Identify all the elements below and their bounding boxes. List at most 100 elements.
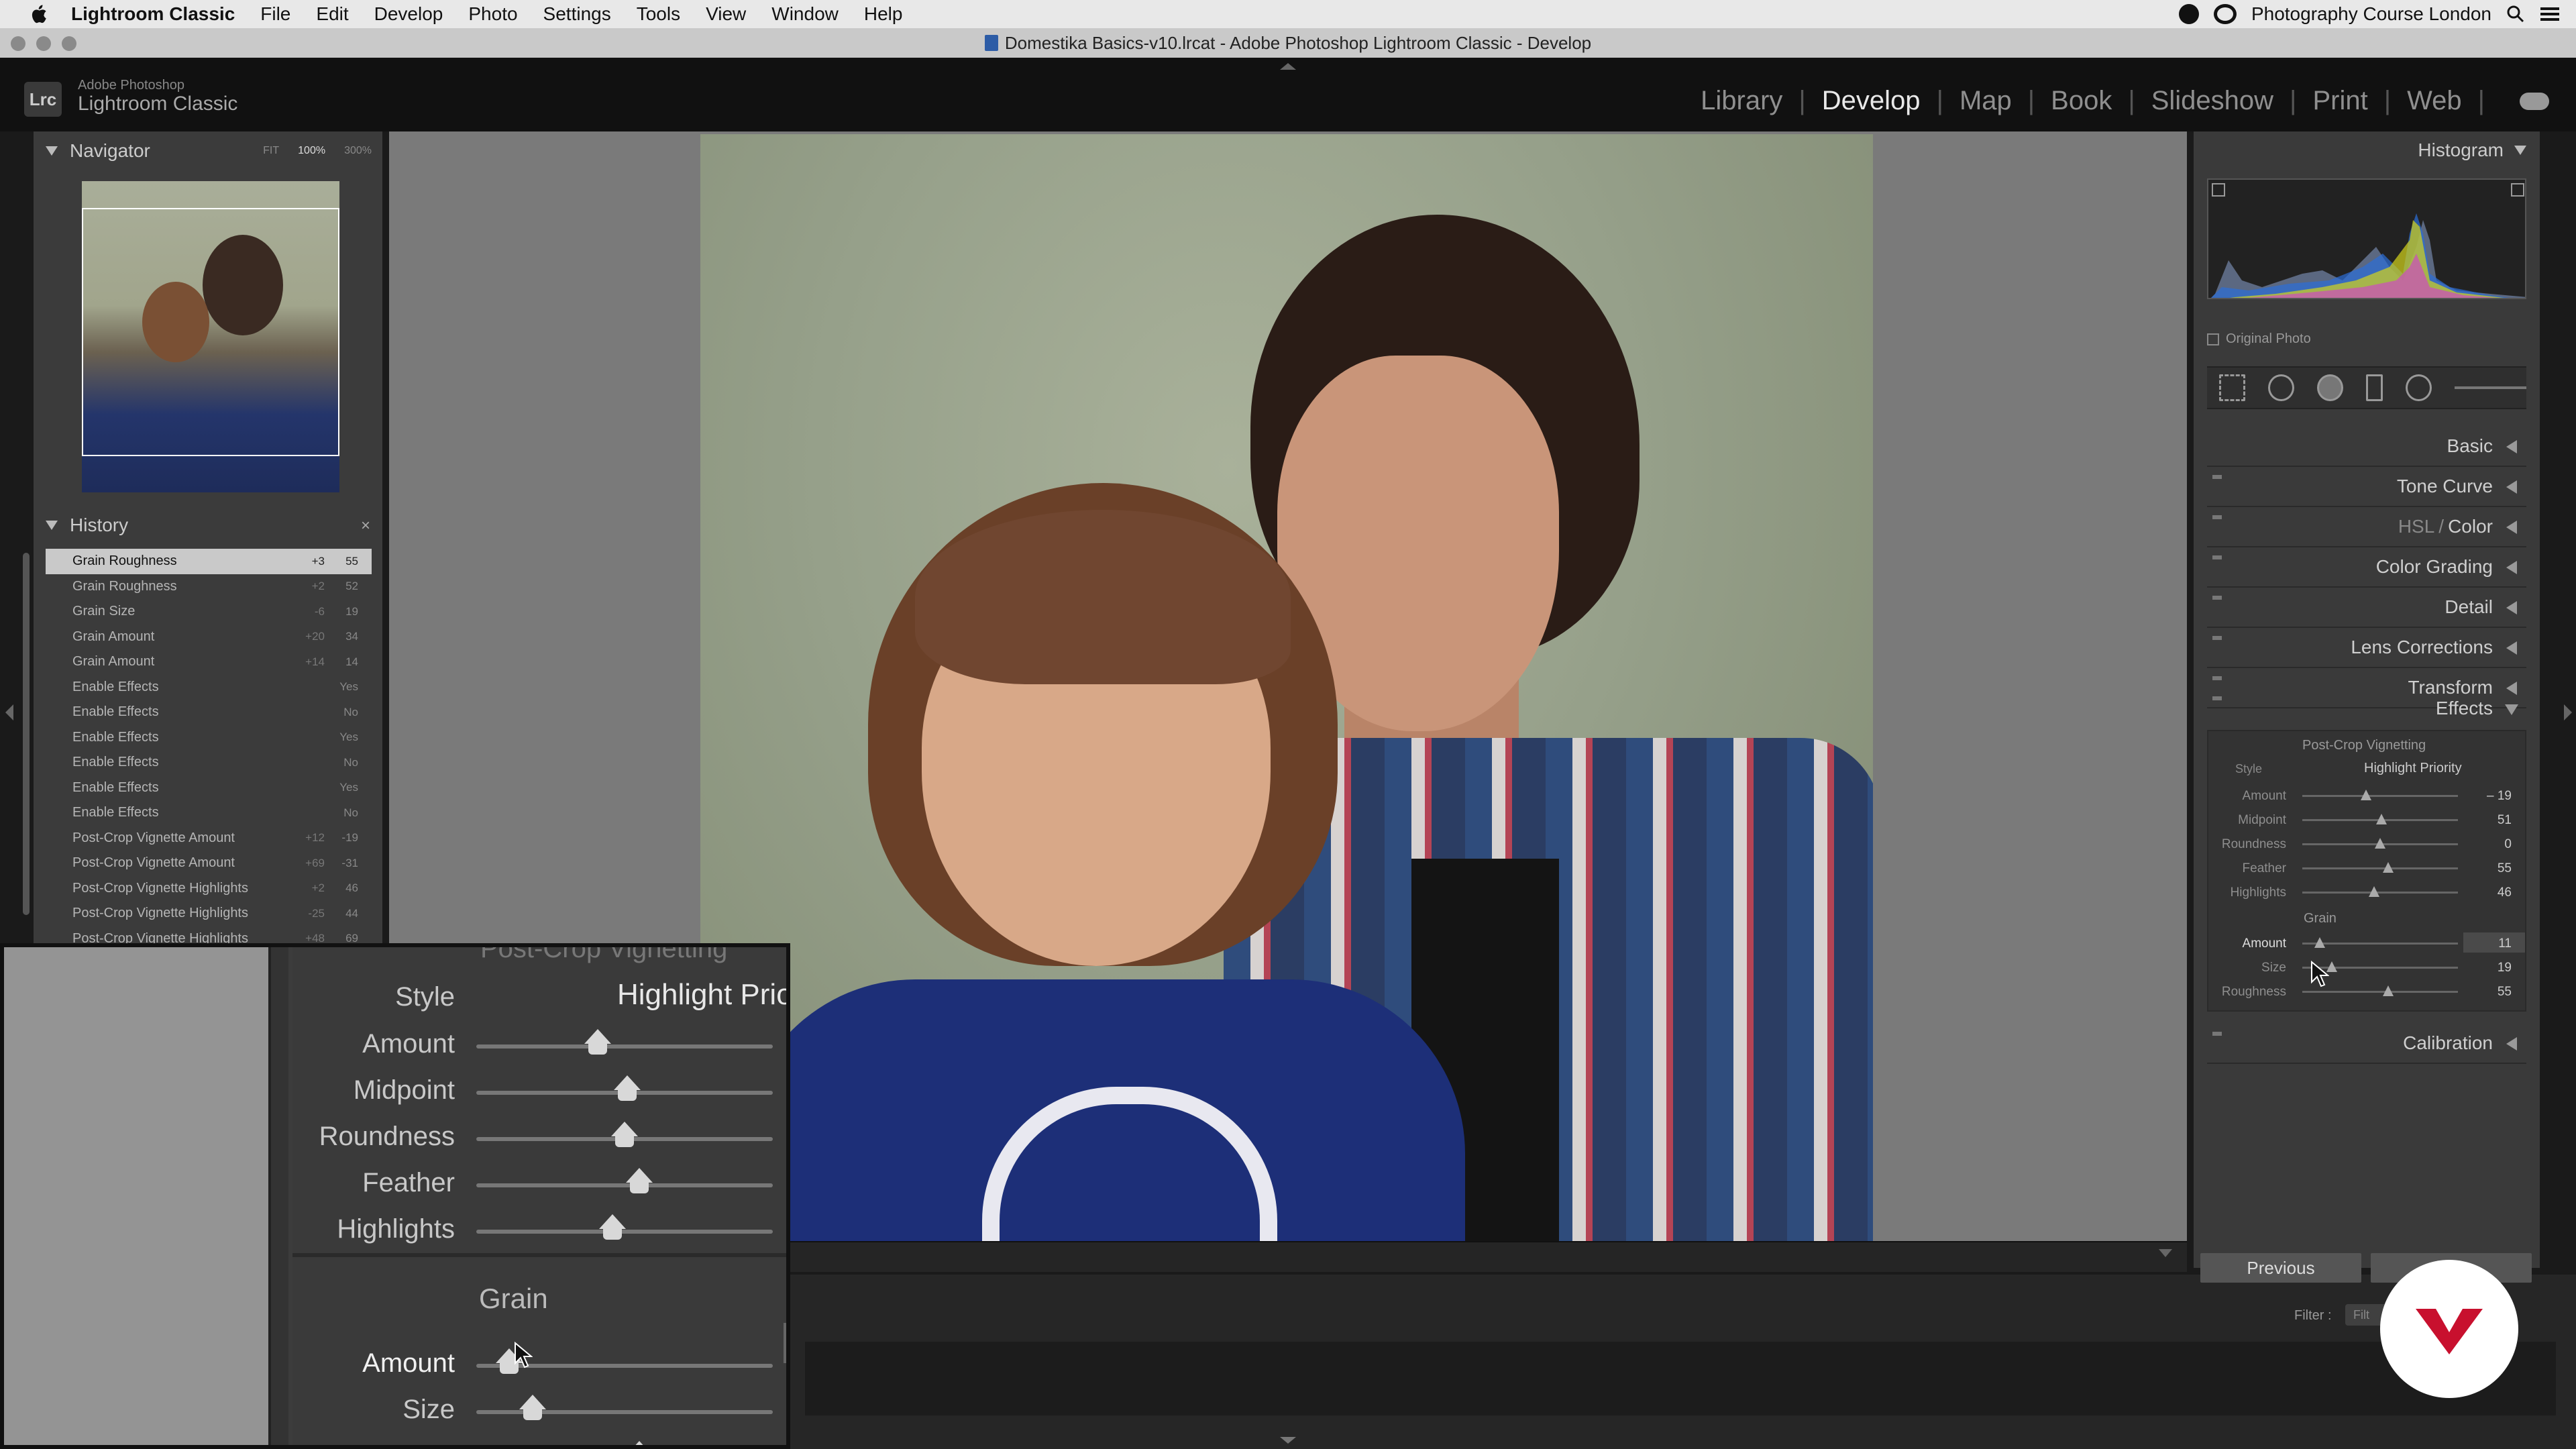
crop-tool-icon[interactable] (2219, 374, 2245, 401)
panel-switch-icon[interactable] (2212, 1032, 2222, 1036)
slider-knob[interactable] (2361, 790, 2372, 800)
slider-value[interactable]: 51 (2498, 813, 2512, 828)
apple-icon[interactable] (24, 0, 52, 28)
history-step[interactable]: Enable Effects No (46, 750, 372, 775)
slider-value[interactable]: 0 (2504, 837, 2512, 852)
history-step[interactable]: Enable Effects Yes (46, 775, 372, 801)
effects-slider-row[interactable]: Highlights 46 (2208, 880, 2528, 904)
callout-slider-knob[interactable] (519, 1395, 546, 1424)
history-step[interactable]: Post-Crop Vignette Amount +69 -31 (46, 851, 372, 876)
record-icon[interactable] (2178, 4, 2199, 24)
original-photo-toggle[interactable]: Original Photo (2207, 331, 2311, 347)
left-panel-scrollbar[interactable] (23, 553, 30, 915)
main-photo[interactable] (700, 134, 1873, 1242)
history-step[interactable]: Enable Effects No (46, 800, 372, 826)
history-step[interactable]: Grain Roughness +3 55 (46, 549, 372, 574)
zoom-100[interactable]: 100% (298, 145, 325, 157)
original-photo-checkbox[interactable] (2207, 333, 2219, 345)
section-effects[interactable]: Effects (2207, 688, 2526, 729)
history-step[interactable]: Post-Crop Vignette Amount +12 -19 (46, 826, 372, 851)
effects-slider-row[interactable]: Amount 11 (2208, 931, 2528, 955)
callout-slider-row[interactable]: Midpoint (292, 1067, 786, 1114)
slider-track[interactable] (2302, 795, 2458, 797)
callout-slider-row[interactable]: Amount (292, 1021, 786, 1068)
callout-slider-row[interactable]: Roundness (292, 1114, 786, 1161)
zoom-300[interactable]: 300% (344, 145, 372, 157)
slider-value[interactable]: 11 (2498, 936, 2512, 951)
menu-settings[interactable]: Settings (543, 3, 611, 25)
collapse-triangle-icon[interactable] (46, 521, 58, 530)
panel-switch-icon[interactable] (2212, 676, 2222, 680)
slider-track[interactable] (2302, 943, 2458, 945)
slider-value[interactable]: 46 (2498, 885, 2512, 900)
history-header[interactable]: History × (34, 506, 382, 545)
toolbar-menu-chevron-icon[interactable] (2159, 1249, 2172, 1257)
spotlight-search-icon[interactable] (2506, 5, 2525, 23)
expand-triangle-icon[interactable] (2506, 480, 2517, 494)
callout-slider-row[interactable]: Amount (292, 1340, 786, 1387)
right-panel-toggle-icon[interactable] (2564, 704, 2572, 720)
effects-slider-row[interactable]: Midpoint 51 (2208, 808, 2528, 832)
expand-triangle-icon[interactable] (2506, 1037, 2517, 1051)
expand-triangle-icon[interactable] (2506, 561, 2517, 574)
menu-window[interactable]: Window (771, 3, 839, 25)
filmstrip-toggle-icon[interactable] (1280, 1437, 1296, 1444)
panel-switch-icon[interactable] (2212, 515, 2222, 519)
section-hsl-label[interactable]: HSL (2398, 516, 2434, 537)
slider-knob[interactable] (2314, 937, 2325, 948)
tool-size-slider[interactable] (2455, 386, 2527, 389)
effects-slider-row[interactable]: Roughness 55 (2208, 979, 2528, 1004)
callout-slider-track[interactable] (476, 1044, 773, 1049)
history-step[interactable]: Grain Amount +20 34 (46, 625, 372, 650)
history-step[interactable]: Enable Effects No (46, 700, 372, 725)
effects-slider-row[interactable]: Roundness 0 (2208, 832, 2528, 856)
section-lens-corrections[interactable]: Lens Corrections (2207, 628, 2526, 668)
expand-triangle-icon[interactable] (2506, 440, 2517, 453)
module-book[interactable]: Book (2051, 86, 2112, 116)
menu-edit[interactable]: Edit (316, 3, 348, 25)
slider-track[interactable] (2302, 991, 2458, 993)
creative-cloud-icon[interactable] (2213, 4, 2237, 24)
effects-slider-row[interactable]: Feather 55 (2208, 856, 2528, 880)
history-step[interactable]: Grain Roughness +2 52 (46, 574, 372, 600)
menu-tools[interactable]: Tools (637, 3, 680, 25)
module-map[interactable]: Map (1960, 86, 2012, 116)
menu-file[interactable]: File (260, 3, 290, 25)
clear-history-icon[interactable]: × (361, 517, 370, 535)
section-detail[interactable]: Detail (2207, 588, 2526, 628)
panel-switch-icon[interactable] (2212, 596, 2222, 600)
callout-slider-knob[interactable] (611, 1122, 638, 1151)
callout-slider-row[interactable]: Highlights (292, 1206, 786, 1253)
slider-track[interactable] (2302, 867, 2458, 869)
expand-triangle-icon[interactable] (2506, 601, 2517, 614)
cloud-sync-icon[interactable] (2520, 92, 2549, 110)
red-eye-tool-icon[interactable] (2316, 374, 2343, 401)
panel-switch-icon[interactable] (2212, 475, 2222, 479)
callout-slider-knob[interactable] (626, 1441, 653, 1445)
slider-knob[interactable] (2376, 814, 2387, 824)
healing-tool-icon[interactable] (2267, 374, 2294, 401)
navigator-view-frame[interactable] (82, 208, 339, 456)
history-step[interactable]: Post-Crop Vignette Highlights +2 46 (46, 876, 372, 902)
callout-slider-knob[interactable] (626, 1168, 653, 1197)
control-center-icon[interactable] (2540, 6, 2560, 22)
filmstrip-thumbnails[interactable] (805, 1342, 2556, 1415)
section-calibration[interactable]: Calibration (2207, 1024, 2526, 1064)
collapse-triangle-icon[interactable] (2514, 146, 2526, 155)
menu-develop[interactable]: Develop (374, 3, 443, 25)
slider-value[interactable]: – 19 (2487, 789, 2512, 804)
left-panel-toggle-icon[interactable] (5, 704, 13, 720)
callout-scrollbar[interactable] (784, 1323, 786, 1363)
module-develop[interactable]: Develop (1822, 86, 1921, 116)
expand-triangle-icon[interactable] (2506, 641, 2517, 655)
menu-photo[interactable]: Photo (468, 3, 517, 25)
section-basic[interactable]: Basic (2207, 427, 2526, 467)
history-step[interactable]: Grain Size -6 19 (46, 599, 372, 625)
section-color-label[interactable]: Color (2448, 516, 2493, 537)
slider-knob[interactable] (2375, 838, 2385, 849)
previous-button[interactable]: Previous (2200, 1253, 2361, 1283)
top-panel-toggle-icon[interactable] (1280, 63, 1296, 70)
history-step[interactable]: Enable Effects Yes (46, 675, 372, 700)
callout-slider-row[interactable]: Roughness (292, 1433, 786, 1445)
slider-value[interactable]: 55 (2498, 985, 2512, 1000)
